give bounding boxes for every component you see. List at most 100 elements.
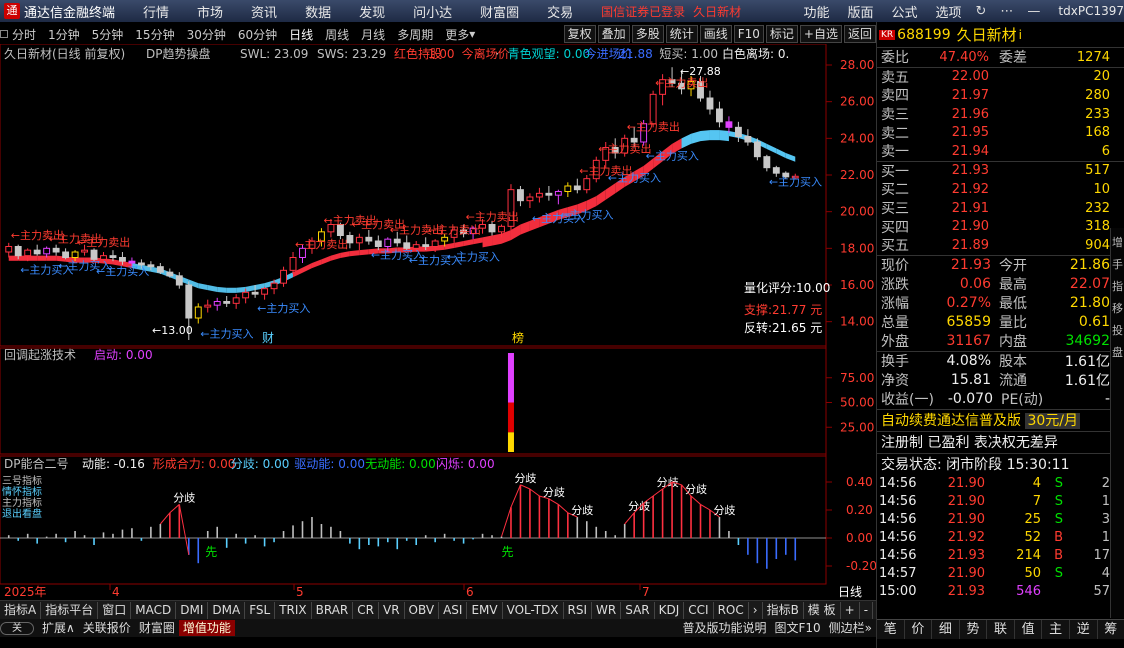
toggle-switch[interactable]: 关 bbox=[0, 621, 34, 635]
promo-stock[interactable]: 久日新材 bbox=[693, 3, 741, 20]
indicator-a-tab[interactable]: 指标A bbox=[0, 601, 42, 619]
value-added-button[interactable]: 增值功能 bbox=[178, 620, 235, 636]
expand-button[interactable]: 扩展∧ bbox=[38, 620, 79, 636]
menu-market[interactable]: 市场 bbox=[197, 2, 223, 21]
sub2-side-tags[interactable]: 三号指标情怀指标主力指标退出看盘 bbox=[2, 474, 42, 520]
refresh-icon[interactable]: ↻ bbox=[976, 4, 987, 19]
kline-chart[interactable]: 28.00 26.00 24.00 22.00 20.00 18.00 16.00 14.00… bbox=[0, 44, 876, 600]
obv-tab[interactable]: OBV bbox=[405, 601, 440, 619]
menu-news[interactable]: 资讯 bbox=[251, 2, 277, 21]
finance-marker[interactable]: 财 bbox=[262, 331, 274, 345]
scroll-right-icon[interactable]: › bbox=[749, 601, 763, 619]
quote-tab[interactable]: 主 bbox=[1042, 620, 1070, 639]
sub2-side-tag[interactable]: 三号指标 bbox=[2, 474, 42, 487]
stats-button[interactable]: 统计 bbox=[665, 25, 698, 43]
brar-tab[interactable]: BRAR bbox=[312, 601, 354, 619]
user-id[interactable]: tdxPC1397 bbox=[1058, 4, 1124, 18]
window-tab[interactable]: 窗口 bbox=[98, 601, 132, 619]
side-shortcut[interactable]: 移 bbox=[1111, 300, 1124, 316]
menu-function[interactable]: 功能 bbox=[803, 2, 829, 21]
tf-multi[interactable]: 多周期 bbox=[397, 26, 433, 43]
subscription-ad[interactable]: 自动续费通达信普及版 30元/月 bbox=[877, 408, 1124, 431]
menu-wealth[interactable]: 财富圈 bbox=[480, 2, 519, 21]
menu-discover[interactable]: 发现 bbox=[359, 2, 385, 21]
vr-tab[interactable]: VR bbox=[379, 601, 405, 619]
add-watchlist-button[interactable]: +自选 bbox=[799, 25, 842, 43]
stock-name[interactable]: 久日新材 bbox=[957, 24, 1017, 45]
menu-trade[interactable]: 交易 bbox=[547, 2, 573, 21]
mark-button[interactable]: 标记 bbox=[765, 25, 798, 43]
stock-code[interactable]: 688199 bbox=[897, 27, 950, 43]
tf-15min[interactable]: 15分钟 bbox=[135, 26, 174, 43]
indicator-platform-tab[interactable]: 指标平台 bbox=[41, 601, 99, 619]
quote-tab[interactable]: 联 bbox=[987, 620, 1015, 639]
dmi-tab[interactable]: DMI bbox=[176, 601, 209, 619]
sidebar-toggle[interactable]: 侧边栏» bbox=[825, 620, 876, 636]
related-quote-button[interactable]: 关联报价 bbox=[79, 620, 135, 636]
tf-daily[interactable]: 日线 bbox=[289, 26, 313, 43]
sub2-side-tag[interactable]: 情怀指标 bbox=[2, 485, 42, 498]
sub2-side-tag[interactable]: 退出看盘 bbox=[2, 507, 42, 520]
side-shortcut[interactable]: 指 bbox=[1111, 278, 1124, 294]
menu-data[interactable]: 数据 bbox=[305, 2, 331, 21]
side-shortcut[interactable]: 盘 bbox=[1111, 344, 1124, 360]
asi-tab[interactable]: ASI bbox=[439, 601, 468, 619]
cci-tab[interactable]: CCI bbox=[684, 601, 714, 619]
f10-button[interactable]: F10 bbox=[733, 25, 764, 43]
menu-options[interactable]: 选项 bbox=[936, 2, 962, 21]
kdj-tab[interactable]: KDJ bbox=[655, 601, 685, 619]
tf-weekly[interactable]: 周线 bbox=[325, 26, 349, 43]
wealth-circle-button[interactable]: 财富圈 bbox=[135, 620, 179, 636]
draw-button[interactable]: 画线 bbox=[699, 25, 732, 43]
trix-tab[interactable]: TRIX bbox=[275, 601, 312, 619]
f10-graphic-link[interactable]: 图文F10 bbox=[770, 620, 824, 636]
template-tab[interactable]: 模 板 bbox=[804, 601, 841, 619]
tf-intraday[interactable]: 分时 bbox=[0, 26, 36, 43]
sub2-title[interactable]: DP能合二号 bbox=[4, 456, 68, 471]
side-shortcut[interactable]: 手 bbox=[1111, 256, 1124, 272]
quote-tab[interactable]: 筹 bbox=[1098, 620, 1124, 639]
multi-stock-button[interactable]: 多股 bbox=[631, 25, 664, 43]
info-icon[interactable]: i bbox=[1019, 28, 1022, 42]
roc-tab[interactable]: ROC bbox=[714, 601, 749, 619]
ranking-marker[interactable]: 榜 bbox=[512, 330, 524, 345]
vol-tdx-tab[interactable]: VOL-TDX bbox=[503, 601, 564, 619]
sub1-title[interactable]: 回调起涨技术 bbox=[4, 347, 76, 362]
back-button[interactable]: 返回 bbox=[843, 25, 876, 43]
feature-help-link[interactable]: 普及版功能说明 bbox=[678, 620, 770, 636]
quote-tab[interactable]: 逆 bbox=[1070, 620, 1098, 639]
tf-60min[interactable]: 60分钟 bbox=[238, 26, 277, 43]
tf-5min[interactable]: 5分钟 bbox=[92, 26, 124, 43]
macd-tab[interactable]: MACD bbox=[131, 601, 177, 619]
side-shortcut[interactable]: 投 bbox=[1111, 322, 1124, 338]
quote-tab[interactable]: 值 bbox=[1015, 620, 1043, 639]
chart-area[interactable]: 28.00 26.00 24.00 22.00 20.00 18.00 16.00 14.00… bbox=[0, 44, 876, 600]
menu-ask[interactable]: 问小达 bbox=[413, 2, 452, 21]
period-label[interactable]: 日线 bbox=[838, 585, 862, 599]
add-panel-button[interactable]: + bbox=[841, 601, 860, 619]
quote-tab[interactable]: 细 bbox=[932, 620, 960, 639]
minimize-icon[interactable]: — bbox=[1027, 4, 1040, 19]
sub2-side-tag[interactable]: 主力指标 bbox=[2, 496, 42, 509]
tf-1min[interactable]: 1分钟 bbox=[48, 26, 80, 43]
tf-more[interactable]: 更多 ▾ bbox=[445, 26, 475, 43]
broker-login-status[interactable]: 国信证券已登录 bbox=[601, 3, 685, 20]
overlay-button[interactable]: 叠加 bbox=[597, 25, 630, 43]
indicator-b-tab[interactable]: 指标B bbox=[763, 601, 804, 619]
quote-tab[interactable]: 笔 bbox=[877, 620, 905, 639]
more-icon[interactable]: ⋯ bbox=[1000, 4, 1013, 19]
wr-tab[interactable]: WR bbox=[592, 601, 622, 619]
tf-30min[interactable]: 30分钟 bbox=[187, 26, 226, 43]
menu-formula[interactable]: 公式 bbox=[891, 2, 917, 21]
tf-monthly[interactable]: 月线 bbox=[361, 26, 385, 43]
fsl-tab[interactable]: FSL bbox=[245, 601, 276, 619]
adjust-button[interactable]: 复权 bbox=[563, 25, 596, 43]
cr-tab[interactable]: CR bbox=[353, 601, 379, 619]
rsi-tab[interactable]: RSI bbox=[564, 601, 593, 619]
quote-tab[interactable]: 价 bbox=[905, 620, 933, 639]
menu-quotes[interactable]: 行情 bbox=[143, 2, 169, 21]
dma-tab[interactable]: DMA bbox=[208, 601, 246, 619]
side-shortcut[interactable]: 增 bbox=[1111, 234, 1124, 250]
remove-panel-button[interactable]: - bbox=[860, 601, 874, 619]
sar-tab[interactable]: SAR bbox=[621, 601, 655, 619]
